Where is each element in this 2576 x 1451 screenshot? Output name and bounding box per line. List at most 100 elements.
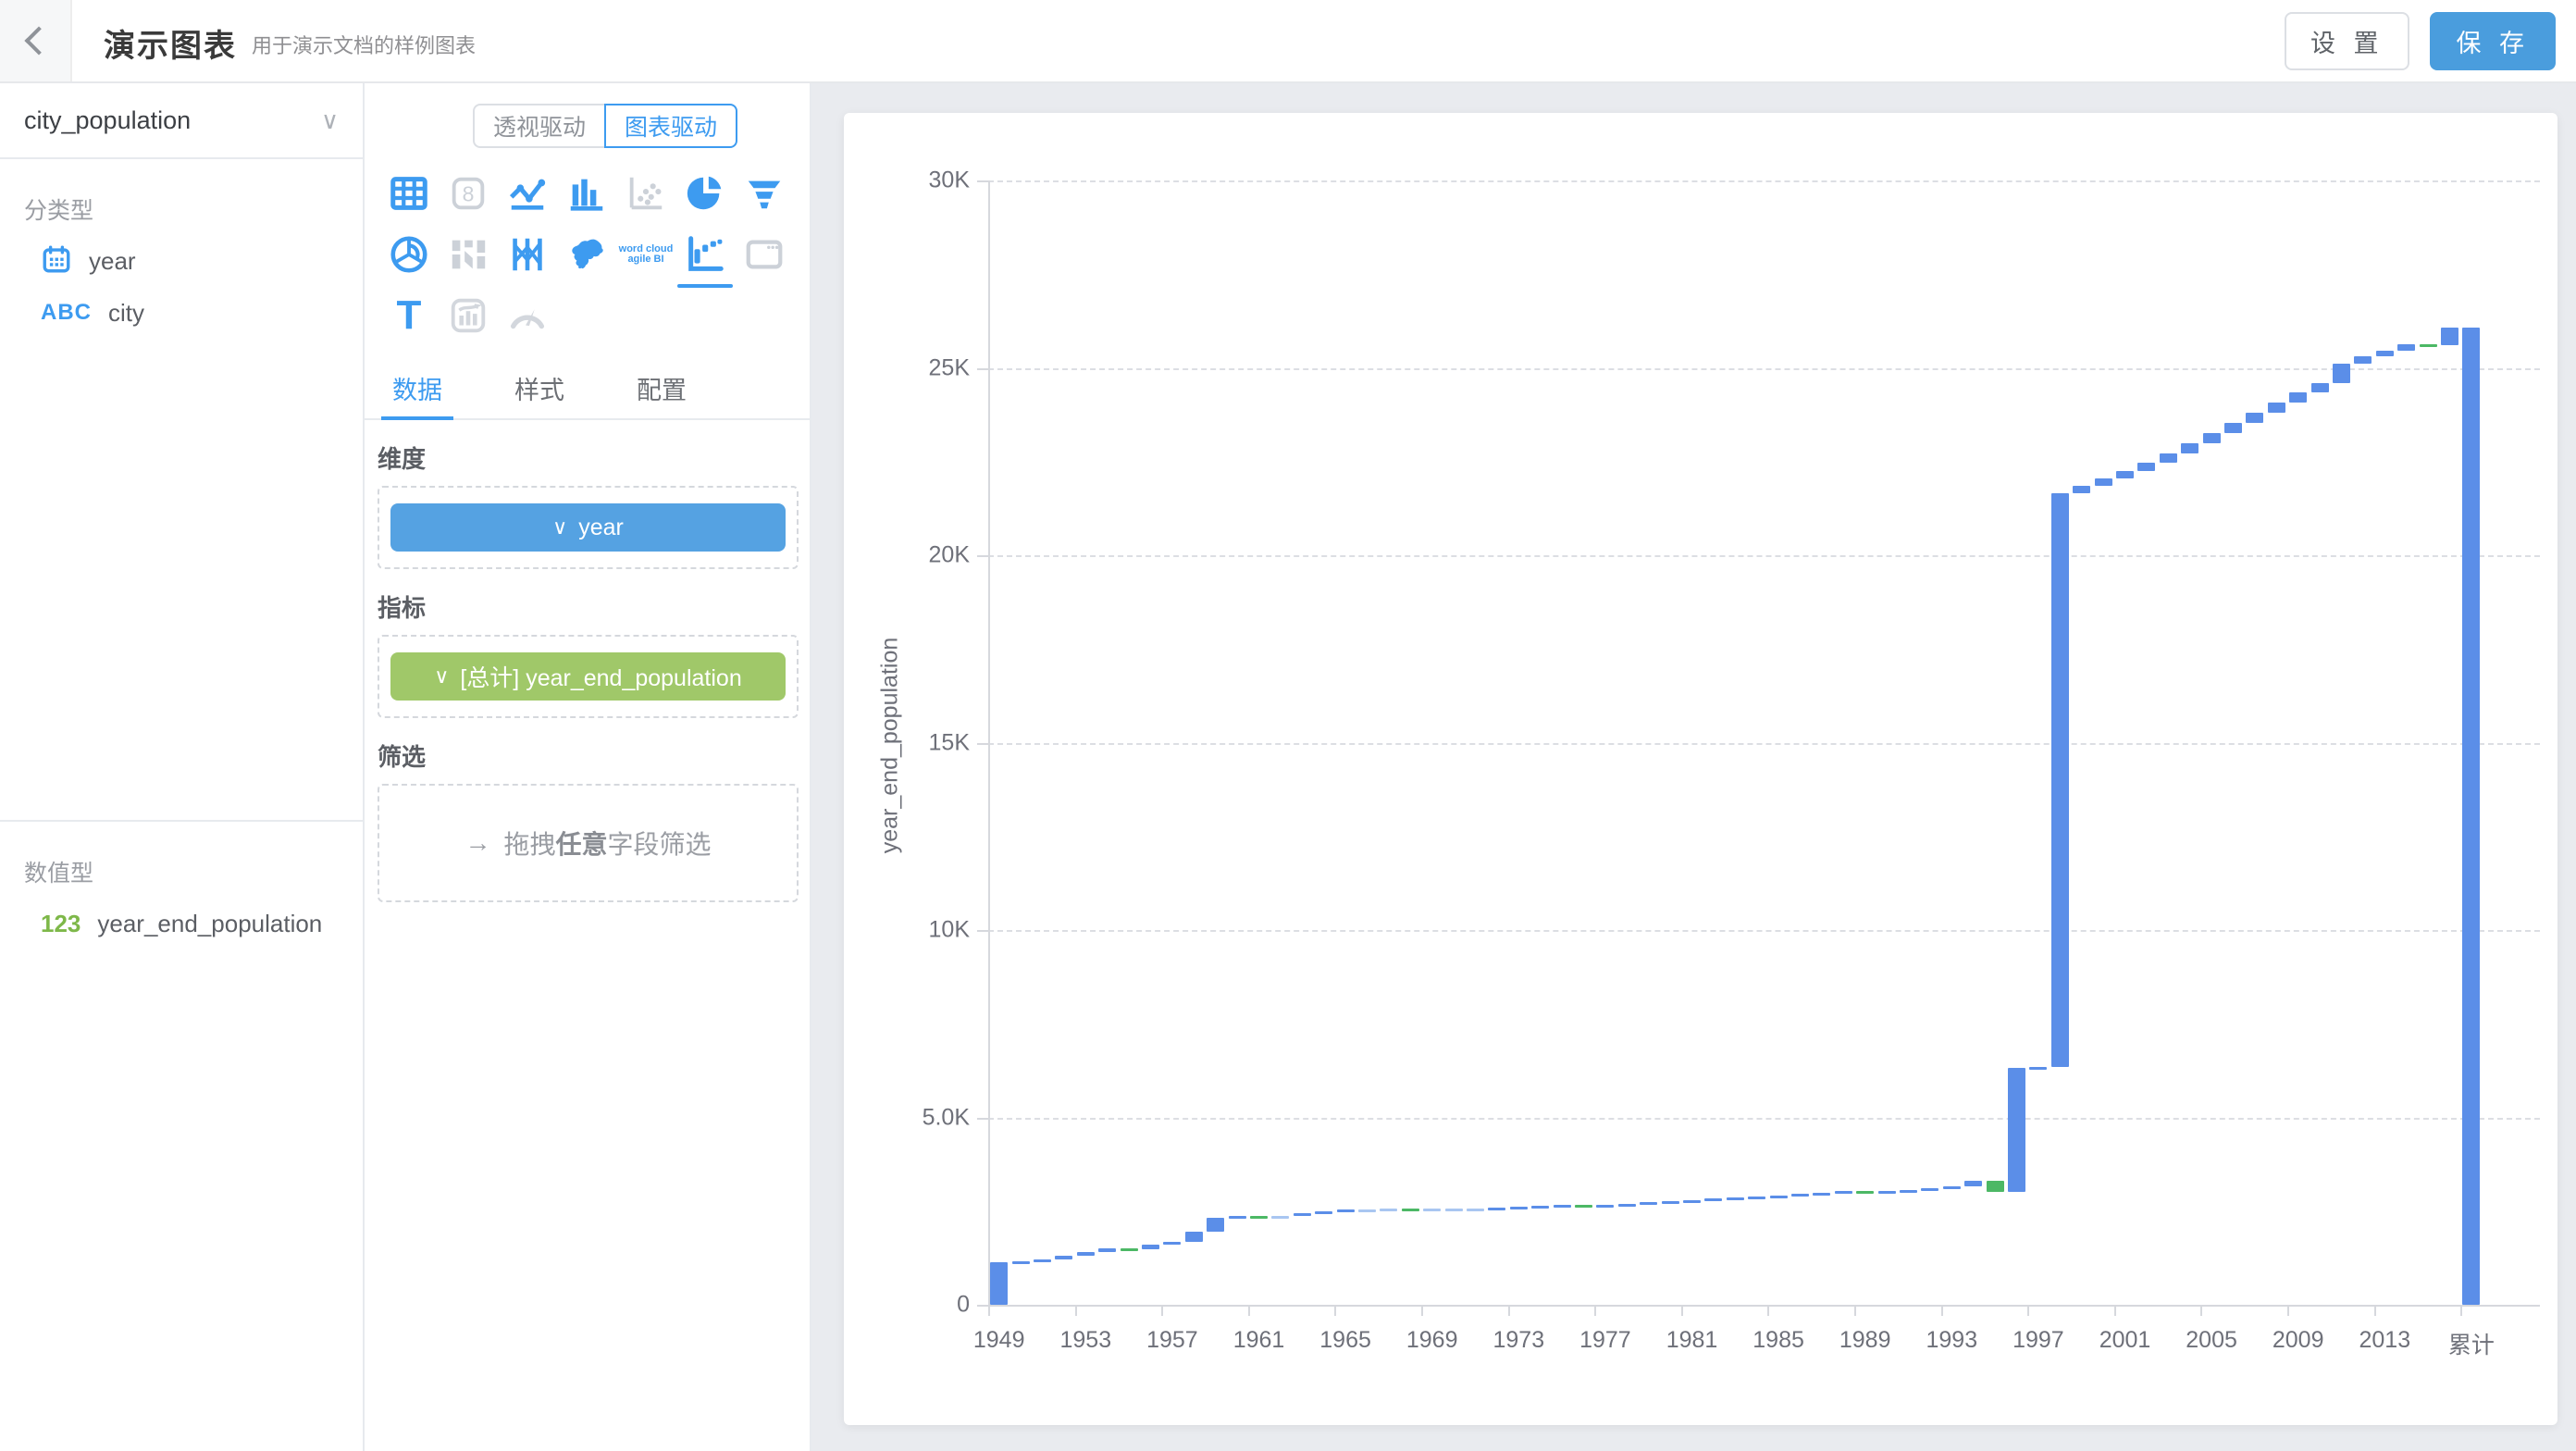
field-item-city[interactable]: ABC city [0,287,363,339]
chevron-down-icon[interactable]: ∨ [434,664,449,688]
x-axis-label: 1961 [1233,1327,1285,1354]
china-map-icon[interactable] [557,225,616,284]
y-axis-label: 25K [886,354,970,381]
waterfall-bar [2160,453,2177,463]
panel-tabs: 数据 样式 配置 [365,357,811,420]
x-axis-label: 1989 [1839,1327,1891,1354]
page-title: 演示图表 [104,20,237,66]
metric-drop-zone[interactable]: ∨ [总计] year_end_population [378,635,799,718]
x-axis-label: 1973 [1492,1327,1544,1354]
save-button[interactable]: 保 存 [2430,12,2556,70]
waterfall-bar [1012,1261,1030,1264]
waterfall-bar [1207,1218,1224,1231]
waterfall-bar [1055,1256,1072,1259]
waterfall-bar [1554,1205,1571,1208]
mode-toggle: 透视驱动 图表驱动 [473,104,737,148]
tab-config[interactable]: 配置 [631,357,692,418]
waterfall-bar [1640,1202,1657,1205]
bar-chart-icon[interactable] [557,164,616,223]
arrow-right-icon: → [464,828,490,858]
x-axis-label: 1981 [1666,1327,1718,1354]
waterfall-bar [1271,1216,1289,1219]
chevron-down-icon[interactable]: ∨ [552,515,567,539]
funnel-chart-icon[interactable] [735,164,794,223]
selected-chart-underline [677,284,733,288]
field-item-year[interactable]: year [0,235,363,287]
back-button[interactable] [0,0,72,81]
waterfall-bar [1683,1200,1701,1203]
filter-hint: → 拖拽任意字段筛选 [464,825,711,862]
waterfall-bar [1294,1213,1311,1216]
field-item-population[interactable]: 123 year_end_population [0,898,363,949]
scatter-chart-icon[interactable] [616,164,675,223]
text-widget-icon[interactable]: T [379,286,439,345]
waterfall-bar [1250,1216,1268,1219]
gauge-chart-icon[interactable] [498,286,557,345]
waterfall-bar [1077,1252,1095,1255]
waterfall-bar [1163,1242,1181,1245]
number-card-icon[interactable]: 8 [439,164,498,223]
radar-chart-icon[interactable] [379,225,439,284]
x-axis-label: 1957 [1146,1327,1198,1354]
waterfall-bar [2224,423,2242,433]
table-chart-icon[interactable] [379,164,439,223]
parallel-chart-icon[interactable] [498,225,557,284]
waterfall-bar [2289,392,2307,403]
iframe-widget-icon[interactable] [735,225,794,284]
tab-data[interactable]: 数据 [387,357,448,418]
waterfall-bar [1596,1205,1614,1208]
waterfall-bar [1380,1209,1397,1211]
waterfall-bar [2462,328,2480,1305]
waterfall-chart-canvas[interactable]: 05.0K10K15K20K25K30K19491953195719611965… [844,113,2557,1425]
x-axis-label: 1997 [2012,1327,2064,1354]
y-axis-label: 0 [886,1292,970,1319]
chart-area: 05.0K10K15K20K25K30K19491953195719611965… [811,83,2576,1451]
dataset-selector[interactable]: city_population ∨ [0,83,363,159]
y-axis-label: 30K [886,167,970,194]
text-type-icon: ABC [41,300,92,326]
x-axis-label: 1969 [1406,1327,1458,1354]
waterfall-bar [2181,443,2198,453]
x-axis-label: 2005 [2186,1327,2237,1354]
waterfall-bar [1791,1194,1809,1197]
dimension-drop-zone[interactable]: ∨ year [378,486,799,569]
y-axis-title: year_end_population [877,532,904,958]
mix-chart-icon[interactable] [439,286,498,345]
line-chart-icon[interactable] [498,164,557,223]
x-axis-label: 2001 [2099,1327,2151,1354]
waterfall-bar [2333,364,2350,382]
field-name-city: city [108,299,144,328]
metric-pill-population[interactable]: ∨ [总计] year_end_population [390,652,786,701]
waterfall-bar [1531,1206,1549,1209]
waterfall-bar [2203,433,2221,443]
waterfall-bar [1358,1209,1376,1212]
waterfall-bar [1964,1181,1982,1186]
waterfall-chart-icon[interactable] [675,225,735,284]
filter-drop-zone[interactable]: → 拖拽任意字段筛选 [378,784,799,902]
x-axis-label: 2013 [2359,1327,2410,1354]
waterfall-bar [1878,1191,1896,1194]
sankey-chart-icon[interactable] [439,225,498,284]
waterfall-bar [1510,1207,1528,1209]
field-name-population: year_end_population [97,910,322,938]
x-axis-label: 1977 [1579,1327,1631,1354]
settings-button[interactable]: 设 置 [2285,12,2410,70]
waterfall-bar [1034,1259,1051,1262]
metric-pill-label: [总计] year_end_population [460,660,741,693]
waterfall-bar [1229,1216,1246,1219]
pie-chart-icon[interactable] [675,164,735,223]
y-axis-label: 5.0K [886,1104,970,1131]
waterfall-bar [1662,1201,1679,1204]
waterfall-bar [2008,1068,2025,1192]
x-axis-label: 1985 [1752,1327,1804,1354]
dimension-pill-year[interactable]: ∨ year [390,503,786,552]
waterfall-bar [2116,471,2134,478]
mode-chart-button[interactable]: 图表驱动 [604,104,737,148]
waterfall-bar [1727,1197,1744,1200]
mode-pivot-button[interactable]: 透视驱动 [473,104,604,148]
dimension-pill-label: year [578,515,624,541]
chart-type-grid: 8 word cloud agile BI T [379,163,796,346]
tab-style[interactable]: 样式 [509,357,570,418]
word-cloud-icon[interactable]: word cloud agile BI [616,225,675,284]
waterfall-bar [1402,1209,1419,1211]
